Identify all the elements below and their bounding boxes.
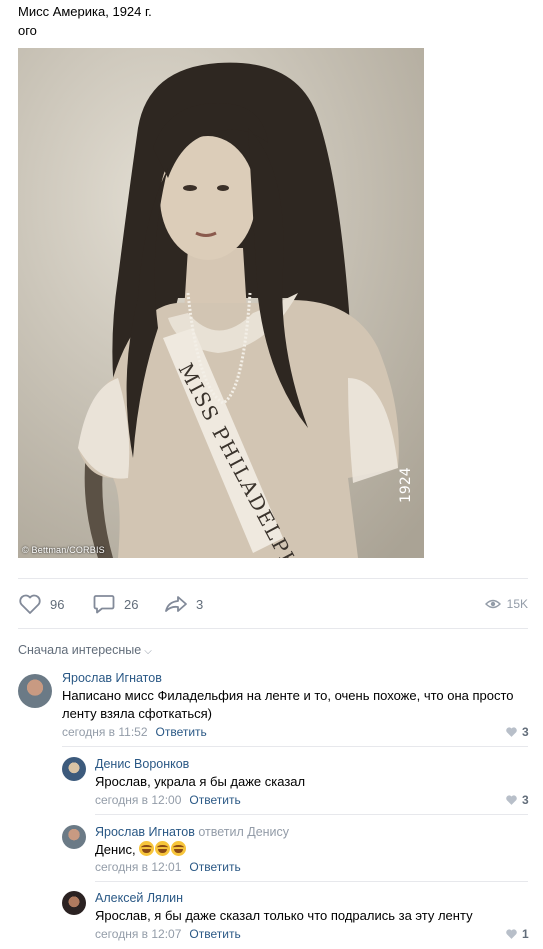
divider: [18, 628, 528, 629]
avatar[interactable]: [62, 757, 86, 781]
share-icon: [165, 596, 187, 612]
eye-icon: [484, 599, 501, 609]
reply-button[interactable]: Ответить: [189, 927, 240, 941]
post-subtitle: ого: [18, 23, 37, 38]
avatar[interactable]: [62, 825, 86, 849]
comments-sort-label: Сначала интересные: [18, 643, 142, 657]
comment-author-line: Ярослав Игнатов ответил Денису: [95, 825, 289, 839]
heart-icon: [19, 594, 41, 614]
comment-time[interactable]: сегодня в 12:07: [95, 927, 181, 941]
comment-like-button[interactable]: 1: [505, 927, 529, 941]
comment-text: Денис,: [95, 841, 187, 859]
like-count: 96: [50, 596, 65, 612]
comment-text: Ярослав, украла я бы даже сказал: [95, 774, 306, 789]
comment-like-count: 1: [522, 927, 529, 941]
chevron-down-icon: ⌵: [144, 646, 152, 657]
reply-button[interactable]: Ответить: [156, 725, 207, 739]
comment-count: 26: [124, 596, 139, 612]
like-button[interactable]: 96: [18, 590, 64, 618]
post-text: Мисс Америка, 1924 г. ого: [18, 2, 152, 40]
share-count: 3: [196, 596, 204, 612]
divider: [95, 814, 528, 815]
comment-text: Написано мисс Филадельфия на ленте и то,…: [62, 687, 514, 723]
post-actions: 96 26 3 15K: [18, 590, 528, 618]
comments-sort-dropdown[interactable]: Сначала интересные ⌵: [18, 643, 152, 657]
share-button[interactable]: 3: [164, 590, 203, 618]
avatar[interactable]: [18, 674, 52, 708]
comment-time[interactable]: сегодня в 12:00: [95, 793, 181, 807]
comment-author[interactable]: Денис Воронков: [95, 757, 189, 771]
divider: [18, 578, 528, 579]
views-count: 15K: [506, 597, 528, 611]
comment-meta: сегодня в 12:01 Ответить: [95, 860, 241, 874]
heart-icon: [506, 795, 517, 805]
heart-icon: [506, 929, 517, 939]
comment-like-button[interactable]: 3: [505, 793, 529, 807]
divider: [95, 881, 528, 882]
avatar[interactable]: [62, 891, 86, 915]
comment-time[interactable]: сегодня в 11:52: [62, 725, 148, 739]
reply-button[interactable]: Ответить: [189, 860, 240, 874]
tears-of-joy-emoji-icon: [139, 841, 155, 856]
comment-meta: сегодня в 12:07 Ответить: [95, 927, 241, 941]
comment-like-count: 3: [522, 725, 529, 739]
comment-time[interactable]: сегодня в 12:01: [95, 860, 181, 874]
comment-button[interactable]: 26: [92, 590, 138, 618]
reply-button[interactable]: Ответить: [189, 793, 240, 807]
comment-icon: [93, 595, 115, 614]
comment-meta: сегодня в 12:00 Ответить: [95, 793, 241, 807]
tears-of-joy-emoji-icon: [171, 841, 187, 856]
post-photo[interactable]: MISS PHILADELPHIA 1924 © Bettman/CORBIS: [18, 48, 424, 558]
heart-icon: [506, 727, 517, 737]
views-counter: 15K: [484, 590, 528, 618]
comment-text-line: Написано мисс Филадельфия на ленте и то,…: [62, 688, 514, 703]
portrait-illustration: MISS PHILADELPHIA 1924: [18, 48, 424, 558]
comment-text: Ярослав, я бы даже сказал только что под…: [95, 908, 473, 923]
comment-meta: сегодня в 11:52 Ответить: [62, 725, 207, 739]
divider: [62, 746, 528, 747]
comment-like-count: 3: [522, 793, 529, 807]
photo-credit: © Bettman/CORBIS: [22, 545, 105, 555]
replied-to[interactable]: ответил Денису: [198, 825, 289, 839]
comment-author[interactable]: Ярослав Игнатов: [62, 671, 162, 685]
comment-text-prefix: Денис,: [95, 842, 136, 857]
post-title: Мисс Америка, 1924 г.: [18, 4, 152, 19]
comment-author[interactable]: Ярослав Игнатов: [95, 825, 195, 839]
comment-text-line: ленту взяла сфоткаться): [62, 706, 213, 721]
photo-corner-mark: 1924: [398, 467, 414, 503]
tears-of-joy-emoji-icon: [155, 841, 171, 856]
comment-author[interactable]: Алексей Лялин: [95, 891, 183, 905]
comment-like-button[interactable]: 3: [505, 725, 529, 739]
